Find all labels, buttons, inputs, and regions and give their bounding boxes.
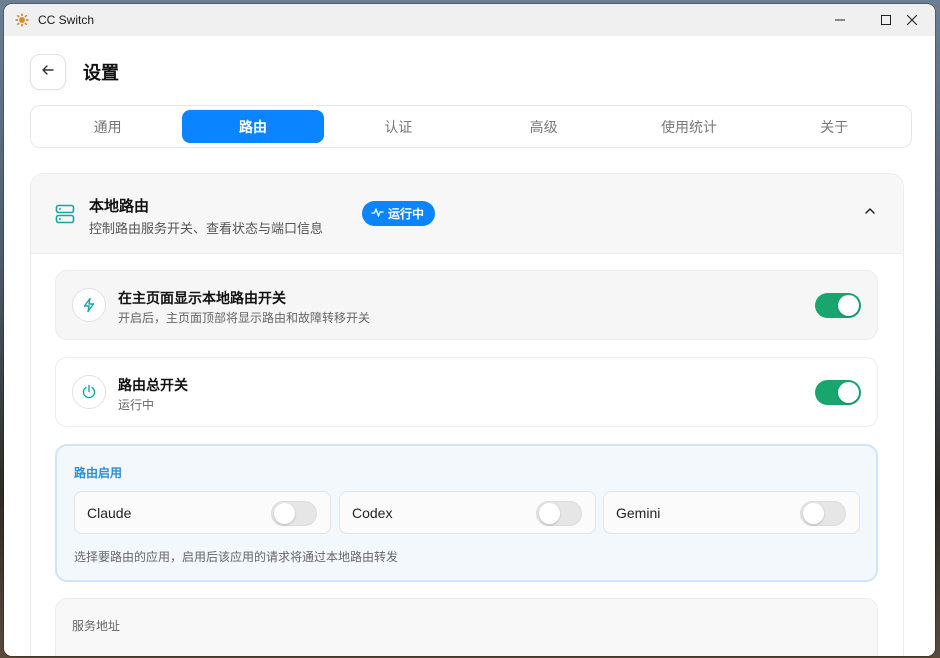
tab-about[interactable]: 关于 — [764, 110, 905, 143]
page-title: 设置 — [83, 63, 119, 83]
app-tile-codex: Codex — [339, 491, 596, 534]
setting-card-master-switch: 路由总开关 运行中 — [55, 357, 878, 427]
service-address-card: 服务地址 — [55, 598, 878, 656]
local-routing-panel: 本地路由 控制路由服务开关、查看状态与端口信息 运行中 在主页面显示本地路由开关 — [30, 173, 904, 656]
routing-enable-box: 路由启用 Claude Codex Gemini 选择要路由的应用，启用后该应用… — [55, 444, 878, 582]
show-router-toggle[interactable] — [815, 293, 861, 318]
setting-description: 开启后，主页面顶部将显示路由和故障转移开关 — [118, 311, 371, 325]
codex-toggle[interactable] — [536, 501, 582, 526]
activity-icon — [371, 206, 384, 222]
service-address-label: 服务地址 — [72, 619, 121, 633]
sun-logo-icon — [14, 12, 30, 28]
app-name: Gemini — [616, 505, 661, 521]
setting-card-show-toggle: 在主页面显示本地路由开关 开启后，主页面顶部将显示路由和故障转移开关 — [55, 270, 878, 340]
minimize-icon[interactable] — [817, 4, 863, 36]
setting-title: 路由总开关 — [118, 377, 188, 393]
app-name: Claude — [87, 505, 132, 521]
power-icon — [72, 375, 106, 409]
app-window: CC Switch 设置 通用 路由 认证 高级 使用统计 关于 本地路由 控制… — [4, 4, 935, 656]
back-button[interactable] — [30, 54, 66, 90]
title-bar: CC Switch — [4, 4, 935, 36]
bolt-icon — [72, 288, 106, 322]
master-switch-toggle[interactable] — [815, 380, 861, 405]
routing-enable-label: 路由启用 — [74, 466, 123, 480]
app-tile-claude: Claude — [74, 491, 331, 534]
setting-description: 运行中 — [118, 398, 155, 412]
routing-enable-hint: 选择要路由的应用，启用后该应用的请求将通过本地路由转发 — [74, 550, 399, 564]
tab-advanced[interactable]: 高级 — [473, 110, 614, 143]
section-subtitle: 控制路由服务开关、查看状态与端口信息 — [89, 221, 324, 236]
chevron-up-icon[interactable] — [863, 204, 877, 223]
setting-title: 在主页面显示本地路由开关 — [118, 290, 286, 306]
tab-auth[interactable]: 认证 — [328, 110, 469, 143]
status-badge: 运行中 — [362, 201, 436, 226]
tab-general[interactable]: 通用 — [37, 110, 178, 143]
settings-page: 设置 通用 路由 认证 高级 使用统计 关于 本地路由 控制路由服务开关、查看状 — [4, 36, 935, 656]
arrow-left-icon — [41, 63, 55, 82]
tab-usage-stats[interactable]: 使用统计 — [618, 110, 759, 143]
claude-toggle[interactable] — [271, 501, 317, 526]
settings-tabs: 通用 路由 认证 高级 使用统计 关于 — [30, 105, 912, 148]
app-tile-gemini: Gemini — [603, 491, 860, 534]
panel-header[interactable]: 本地路由 控制路由服务开关、查看状态与端口信息 运行中 — [31, 174, 903, 254]
app-name: Codex — [352, 505, 393, 521]
status-badge-label: 运行中 — [388, 207, 425, 221]
server-icon — [55, 204, 75, 229]
tab-routing[interactable]: 路由 — [182, 110, 324, 143]
section-title: 本地路由 — [89, 198, 150, 215]
page-header: 设置 — [30, 54, 119, 90]
gemini-toggle[interactable] — [800, 501, 846, 526]
close-icon[interactable] — [889, 4, 935, 36]
window-title: CC Switch — [38, 13, 95, 27]
